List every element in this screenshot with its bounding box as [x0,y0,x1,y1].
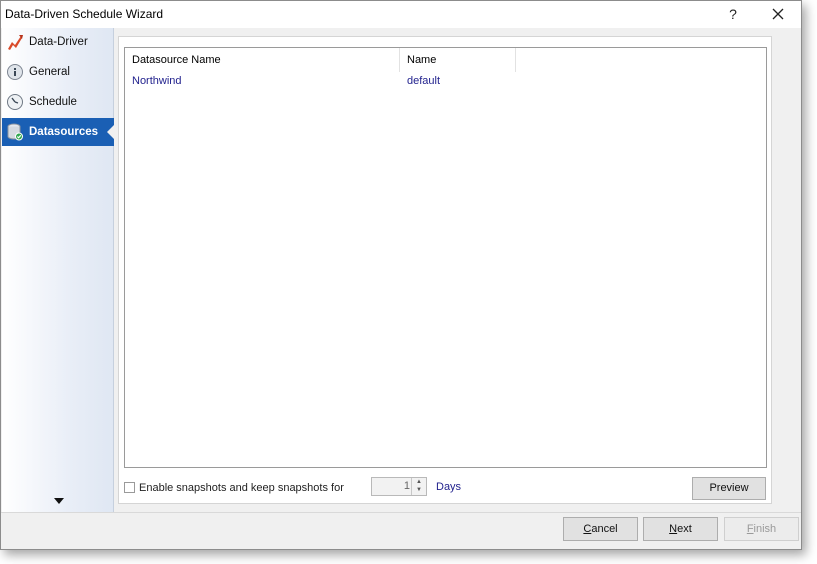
snapshot-days-value: 1 [403,480,410,492]
cell-datasource-name: Northwind [132,75,182,87]
finish-label-rest: inish [753,523,777,535]
triangle-down-icon [54,498,64,504]
enable-snapshots-label: Enable snapshots and keep snapshots for [139,482,344,494]
sidebar-item-datasources[interactable]: Datasources [2,118,114,146]
help-button[interactable]: ? [716,4,750,24]
finish-mnemonic: F [746,523,754,535]
wizard-window: Data-Driven Schedule Wizard ? Data-Drive… [0,0,802,550]
finish-button[interactable]: Finish [724,517,799,541]
snapshot-days-stepper[interactable]: 1 ▲ ▼ [371,477,427,496]
enable-snapshots-checkbox[interactable] [124,482,135,493]
next-mnemonic: N [669,523,678,535]
wizard-sidebar: Data-Driver General Schedule Datasources [2,28,114,512]
close-button[interactable] [761,4,795,24]
sidebar-item-label: Schedule [29,96,77,108]
next-label-rest: ext [677,523,692,535]
title-bar: Data-Driven Schedule Wizard ? [1,1,801,28]
days-label: Days [436,481,462,493]
snapshot-options: Enable snapshots and keep snapshots for … [124,477,767,501]
sidebar-item-general[interactable]: General [2,58,114,86]
column-header-name[interactable]: Name [400,48,516,72]
next-button[interactable]: Next [643,517,718,541]
table-row[interactable]: Northwind default [125,72,766,90]
stepper-down-icon[interactable]: ▼ [412,486,426,494]
sidebar-item-data-driver[interactable]: Data-Driver [2,28,114,56]
cancel-label-rest: ancel [591,523,618,535]
cell-name: default [407,75,441,87]
database-icon [6,123,24,141]
grid-header: Datasource Name Name [125,48,766,72]
footer-divider [1,512,801,513]
sidebar-item-label: Data-Driver [29,36,88,48]
column-header-datasource-name[interactable]: Datasource Name [125,48,400,72]
preview-button[interactable]: Preview [692,477,766,500]
sidebar-item-label: General [29,66,70,78]
data-driver-icon [6,33,24,51]
info-icon [6,63,24,81]
cancel-button[interactable]: Cancel [563,517,638,541]
datasources-grid[interactable]: Datasource Name Name Northwind default [124,47,767,468]
sidebar-item-schedule[interactable]: Schedule [2,88,114,116]
datasources-panel: Datasource Name Name Northwind default E… [118,36,772,504]
window-title: Data-Driven Schedule Wizard [5,7,164,21]
clock-icon [6,93,24,111]
sidebar-scroll-down-button[interactable] [53,496,65,506]
sidebar-item-label: Datasources [29,126,99,138]
stepper-buttons: ▲ ▼ [411,478,426,495]
close-icon [772,8,784,20]
stepper-up-icon[interactable]: ▲ [412,478,426,486]
